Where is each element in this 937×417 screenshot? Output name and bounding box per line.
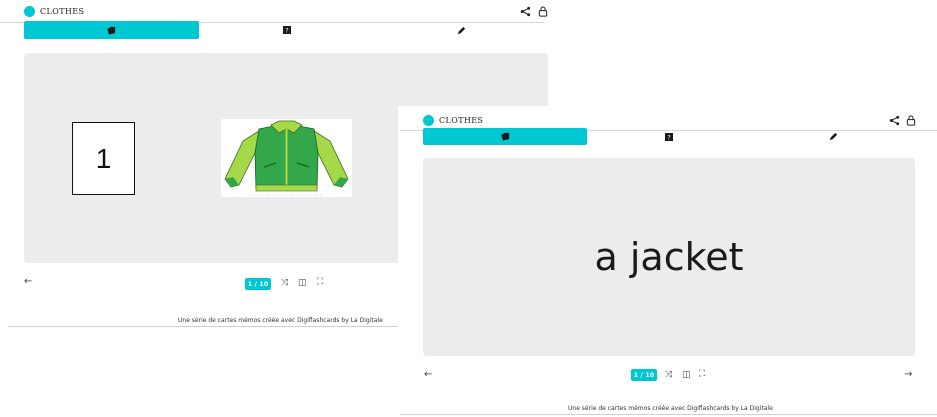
pencil-icon (829, 132, 837, 141)
fullscreen-icon[interactable]: ⛶ (317, 277, 323, 287)
deck-logo-dot (24, 6, 35, 17)
flashcards-window-back: CLOTHES ? a jacket ← 1 / 10 ⤨ ◫ ⛶ → Une … (400, 106, 937, 417)
quiz-icon: ? (665, 132, 673, 141)
card-answer-text: a jacket (594, 235, 744, 279)
flip-icon[interactable]: ◫ (682, 370, 691, 380)
tab-edit[interactable] (374, 21, 549, 39)
cards-icon (500, 132, 509, 141)
arrow-left-icon[interactable]: ← (24, 276, 32, 287)
pencil-icon (457, 26, 466, 34)
header-bar: CLOTHES (0, 0, 548, 23)
footer-credit: Une série de cartes mémos créée avec Dig… (568, 405, 773, 412)
footer-divider (400, 414, 937, 415)
quiz-icon: ? (282, 26, 291, 35)
fullscreen-icon[interactable]: ⛶ (699, 369, 705, 379)
jacket-image (221, 119, 352, 197)
footer-credit: Une série de cartes mémos créée avec Dig… (178, 317, 383, 324)
flip-icon[interactable]: ◫ (298, 278, 307, 288)
tab-edit[interactable] (751, 128, 915, 145)
share-icon[interactable] (887, 113, 901, 127)
flashcard-back[interactable]: a jacket (423, 158, 915, 356)
card-number-box: 1 (72, 122, 135, 195)
svg-text:?: ? (667, 133, 670, 141)
tab-cards[interactable] (423, 128, 587, 145)
shuffle-icon[interactable]: ⤨ (665, 370, 672, 380)
card-number: 1 (95, 142, 112, 174)
svg-text:?: ? (285, 27, 288, 35)
cards-icon (107, 26, 116, 35)
shuffle-icon[interactable]: ⤨ (281, 278, 288, 288)
deck-title: CLOTHES (439, 116, 484, 125)
tab-quiz[interactable]: ? (587, 128, 751, 145)
card-counter: 1 / 10 (631, 369, 657, 381)
deck-logo-dot (423, 115, 434, 126)
lock-icon[interactable] (536, 4, 550, 18)
card-counter: 1 / 10 (245, 278, 271, 290)
tab-cards[interactable] (24, 21, 199, 39)
footer-divider (8, 326, 432, 327)
deck-title: CLOTHES (40, 7, 85, 16)
tab-quiz[interactable]: ? (199, 21, 374, 39)
share-icon[interactable] (518, 4, 532, 18)
arrow-right-icon[interactable]: → (904, 369, 912, 380)
arrow-left-icon[interactable]: ← (424, 369, 432, 380)
lock-icon[interactable] (904, 113, 918, 127)
